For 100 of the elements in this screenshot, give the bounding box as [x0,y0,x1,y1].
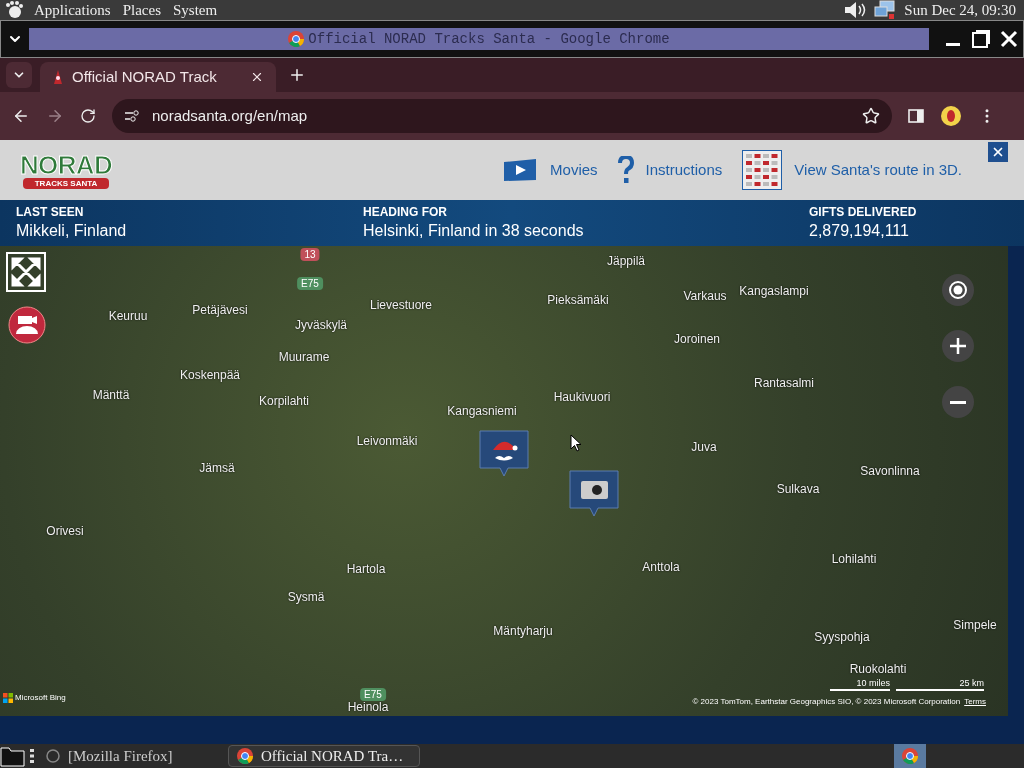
place-label: Petäjävesi [192,302,248,319]
place-label: Jäppilä [607,253,645,270]
taskbar-item[interactable]: Official NORAD Tra… [228,745,420,767]
place-label: Korpilahti [259,393,309,410]
target-icon [948,280,968,300]
panel-menu[interactable]: Places [116,0,167,22]
chrome-icon [902,748,918,764]
play-icon [502,158,539,182]
zoom-in-button[interactable] [942,330,974,362]
place-label: Jämsä [199,460,235,477]
plus-icon [949,337,967,355]
stat-label: HEADING FOR [363,204,448,220]
back-icon[interactable] [12,107,30,125]
close-icon [991,145,1005,159]
panel-menu[interactable]: Applications [28,0,117,22]
zoom-out-button[interactable] [942,386,974,418]
place-label: Syyspohja [814,629,870,646]
santa-marker-icon[interactable] [479,430,529,478]
place-label: Kangasniemi [447,403,517,420]
stat-value: Helsinki, Finland in 38 seconds [363,221,585,241]
place-label: Simpele [953,617,997,634]
nav-link[interactable]: View Santa's route in 3D. [742,150,962,190]
place-label: Anttola [642,559,680,576]
place-label: Leivonmäki [356,433,418,450]
close-icon[interactable] [999,29,1019,49]
network-icon[interactable] [874,0,897,20]
locate-button[interactable] [942,274,974,306]
maximize-icon[interactable] [971,29,991,49]
taskbar-item[interactable]: [Mozilla Firefox] [38,745,224,767]
camera-badge-icon[interactable] [8,306,46,344]
place-label: Varkaus [683,288,727,305]
star-icon[interactable] [862,107,880,125]
camera-marker-icon[interactable] [569,470,619,518]
tab-close-icon[interactable] [250,70,264,84]
stat-label: LAST SEEN [16,204,85,220]
place-label: Rantasalmi [754,375,814,392]
place-label: Heinola [347,699,389,716]
place-label: Mäntyharju [493,623,553,640]
minus-icon [949,400,967,404]
address-bar[interactable]: noradsanta.org/en/map [112,99,892,133]
clock[interactable]: Sun Dec 24, 09:30 [904,0,1016,22]
place-label: Keuruu [108,308,148,325]
place-label: Koskenpää [180,367,240,384]
route-grid-icon [742,150,783,190]
road-shield: 13 [300,248,320,261]
nav-link[interactable]: Movies [502,158,598,182]
handle-icon[interactable] [30,748,34,764]
expand-arrows-icon [11,257,41,287]
stat-value: 2,879,194,111 [809,221,910,241]
stat-label: GIFTS DELIVERED [809,204,917,220]
chrome-icon [237,748,253,764]
place-label: Ruokolahti [849,661,907,678]
new-tab-icon[interactable] [288,66,306,84]
chrome-icon [288,31,305,47]
window-title: Official NORAD Tracks Santa - Google Chrome [308,29,670,49]
place-label: Hartola [346,561,386,578]
place-label: Lievestuore [370,297,432,314]
site-settings-icon[interactable] [124,109,140,123]
scale-bar: 10 miles [830,678,890,691]
scale-bar: 25 km [896,678,984,691]
nav-link[interactable]: Instructions [617,156,723,184]
place-label: Pieksämäki [547,292,609,309]
fullscreen-button[interactable] [6,252,46,292]
map-brand: Microsoft Bing [15,692,66,704]
place-label: Sulkava [776,481,820,498]
road-shield: E75 [297,277,323,290]
terms-link[interactable]: Terms [964,696,986,708]
logo-title: NORAD [19,151,113,178]
question-icon [617,156,634,184]
place-label: Muurame [278,349,330,366]
norad-logo[interactable]: NORAD TRACKS SANTA [10,148,122,192]
forward-icon[interactable] [46,107,64,125]
tab-title: Official NORAD Track [72,66,218,87]
panel-menu[interactable]: System [167,0,224,22]
place-label: Sysmä [287,589,325,606]
extension-icon[interactable] [940,105,962,127]
place-label: Orivesi [46,523,84,540]
folder-icon[interactable] [0,745,26,767]
pointer-cursor-icon [570,434,582,452]
road-shield: E75 [360,688,386,701]
browser-tab[interactable]: Official NORAD Track [40,62,276,92]
close-button[interactable] [988,142,1008,162]
map-attribution: © 2023 TomTom, Earthstar Geographics SIO, © 2023 Microsoft Corporation [692,696,961,708]
logo-ribbon: TRACKS SANTA [22,177,110,189]
place-label: Savonlinna [860,463,920,480]
place-label: Lohilahti [831,551,877,568]
place-label: Haukivuori [553,389,611,406]
place-label: Joroinen [674,331,720,348]
place-label: Juva [691,439,717,456]
place-label: Kangaslampi [739,283,809,300]
side-panel-icon[interactable] [908,108,924,124]
stat-value: Mikkeli, Finland [16,221,128,241]
chrome-tray-button[interactable] [894,744,926,768]
foot-icon [4,1,24,19]
url-text: noradsanta.org/en/map [152,105,309,126]
tab-list-button[interactable] [6,62,32,88]
windows-logo-icon [3,693,13,703]
place-label: Jyväskylä [295,317,347,334]
reload-icon[interactable] [80,108,96,124]
place-label: Mänttä [92,387,130,404]
